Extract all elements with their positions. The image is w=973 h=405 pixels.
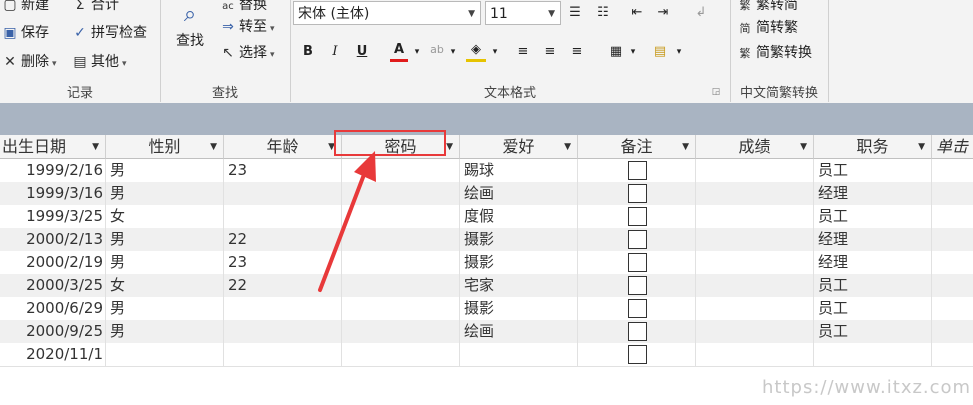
watermark: https://www.itxz.com <box>762 377 972 398</box>
annotation-arrow <box>318 151 376 292</box>
